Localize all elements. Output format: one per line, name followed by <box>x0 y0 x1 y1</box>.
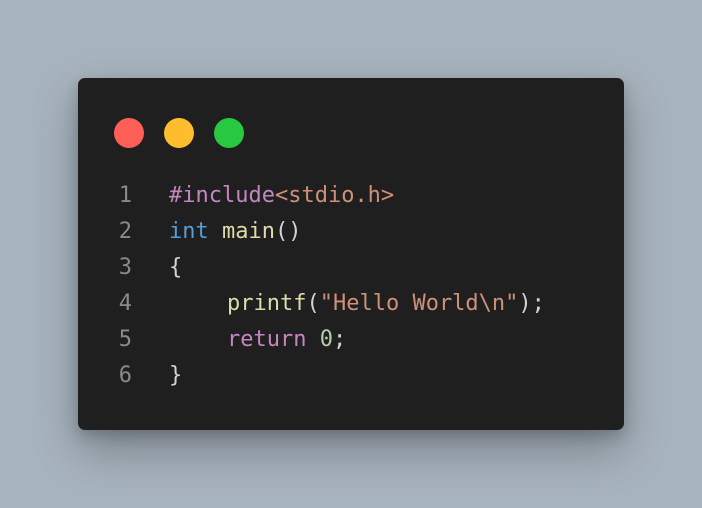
line-number: 6 <box>118 363 132 388</box>
close-button[interactable] <box>114 118 144 148</box>
code-token-plain: ); <box>518 291 545 316</box>
code-token-plain: () <box>274 219 302 244</box>
code-token-plain: ( <box>306 291 320 316</box>
line-number: 4 <box>118 291 132 316</box>
line-source: { <box>132 250 182 286</box>
code-token-type-keyword: int <box>169 219 209 244</box>
code-token-plain: { <box>169 255 183 280</box>
traffic-lights <box>114 118 244 148</box>
code-token-function: printf <box>227 291 307 316</box>
code-token-header: <stdio.h> <box>274 183 395 208</box>
code-line: 6} <box>78 358 624 394</box>
code-line: 5 return 0; <box>78 322 624 358</box>
code-token-plain: } <box>169 363 183 388</box>
minimize-button[interactable] <box>164 118 194 148</box>
code-line: 4 printf("Hello World\n"); <box>78 286 624 322</box>
line-number: 3 <box>118 255 132 280</box>
code-line: 3{ <box>78 250 624 286</box>
code-window: 1 #include<stdio.h> 2 int main() 3{4 printf("… <box>78 78 624 430</box>
code-token-control: return <box>227 327 307 352</box>
line-source: return 0; <box>132 322 346 358</box>
code-token-number: 0 <box>319 327 333 352</box>
line-source: int main() <box>132 214 301 250</box>
line-source: #include<stdio.h> <box>132 178 394 214</box>
code-token-function: main <box>222 219 275 244</box>
line-number: 2 <box>118 219 132 244</box>
code-line: 1 #include<stdio.h> <box>78 178 624 214</box>
line-source: } <box>132 358 182 394</box>
code-block: 1 #include<stdio.h> 2 int main() 3{4 printf("… <box>78 178 624 394</box>
maximize-button[interactable] <box>214 118 244 148</box>
code-token-string: "Hello World\n" <box>319 291 519 316</box>
line-source: printf("Hello World\n"); <box>132 286 545 322</box>
code-line: 2 int main() <box>78 214 624 250</box>
code-token-plain: ; <box>332 327 347 352</box>
code-token-preprocessor: #include <box>169 183 275 208</box>
line-number: 1 <box>118 183 132 208</box>
line-number: 5 <box>118 327 132 352</box>
